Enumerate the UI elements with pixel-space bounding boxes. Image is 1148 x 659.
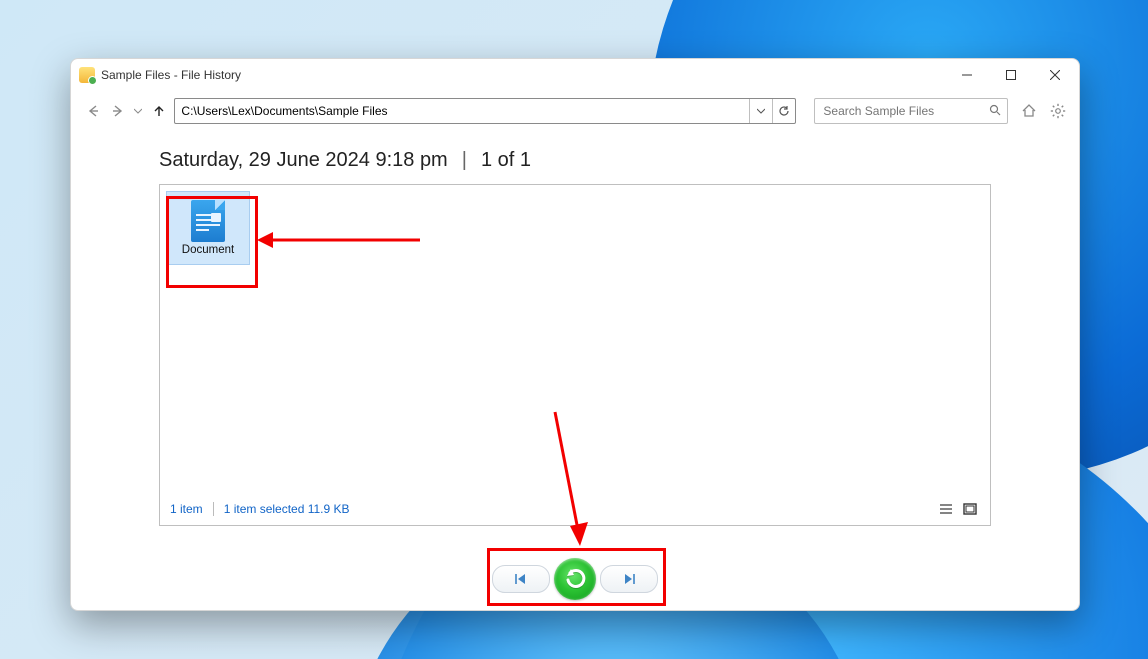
arrow-up-icon (152, 104, 166, 118)
separator: | (462, 149, 467, 172)
close-icon (1050, 70, 1060, 80)
version-position: 1 of 1 (481, 149, 531, 172)
arrow-right-icon (111, 104, 125, 118)
file-list-pane[interactable]: Document 1 item 1 item selected 11.9 KB (159, 184, 991, 526)
maximize-button[interactable] (989, 60, 1033, 90)
skip-forward-icon (621, 573, 637, 585)
skip-back-icon (513, 573, 529, 585)
search-box (814, 98, 1008, 124)
version-nav-strip (71, 558, 1079, 600)
next-version-button[interactable] (600, 565, 658, 593)
file-history-window: Sample Files - File History (70, 58, 1080, 611)
forward-button[interactable] (108, 100, 127, 122)
toolbar (71, 91, 1079, 131)
address-bar (174, 98, 796, 124)
version-timestamp: Saturday, 29 June 2024 9:18 pm (159, 149, 448, 172)
settings-button[interactable] (1050, 101, 1067, 121)
home-button[interactable] (1020, 101, 1037, 121)
list-icon (939, 503, 953, 515)
previous-version-button[interactable] (492, 565, 550, 593)
close-button[interactable] (1033, 60, 1077, 90)
status-divider (213, 502, 214, 516)
home-icon (1021, 103, 1037, 119)
status-bar: 1 item 1 item selected 11.9 KB (170, 499, 980, 519)
file-label: Document (182, 244, 234, 256)
maximize-icon (1006, 70, 1016, 80)
desktop-background: Sample Files - File History (0, 0, 1148, 659)
minimize-icon (962, 70, 972, 80)
address-dropdown-button[interactable] (749, 99, 772, 123)
up-button[interactable] (149, 100, 168, 122)
file-item-document[interactable]: Document (166, 191, 250, 265)
document-file-icon (191, 200, 225, 242)
selection-info: 1 item selected 11.9 KB (224, 502, 350, 516)
chevron-down-icon (134, 107, 142, 115)
recent-locations-button[interactable] (133, 100, 143, 122)
restore-button[interactable] (554, 558, 596, 600)
back-button[interactable] (83, 100, 102, 122)
search-icon (989, 104, 1001, 119)
search-input[interactable] (821, 103, 989, 119)
titlebar: Sample Files - File History (71, 59, 1079, 91)
refresh-button[interactable] (772, 99, 795, 123)
file-history-app-icon (79, 67, 95, 83)
window-title: Sample Files - File History (101, 68, 241, 82)
refresh-icon (778, 105, 790, 117)
arrow-left-icon (86, 104, 100, 118)
gear-icon (1050, 103, 1066, 119)
thumbnails-view-button[interactable] (960, 500, 980, 518)
chevron-down-icon (757, 107, 765, 115)
address-input[interactable] (175, 99, 749, 123)
restore-icon (562, 566, 588, 592)
content-area: Saturday, 29 June 2024 9:18 pm | 1 of 1 … (71, 131, 1079, 610)
grid-icon (963, 503, 977, 515)
details-view-button[interactable] (936, 500, 956, 518)
minimize-button[interactable] (945, 60, 989, 90)
version-header: Saturday, 29 June 2024 9:18 pm | 1 of 1 (159, 149, 991, 172)
item-count: 1 item (170, 502, 203, 516)
